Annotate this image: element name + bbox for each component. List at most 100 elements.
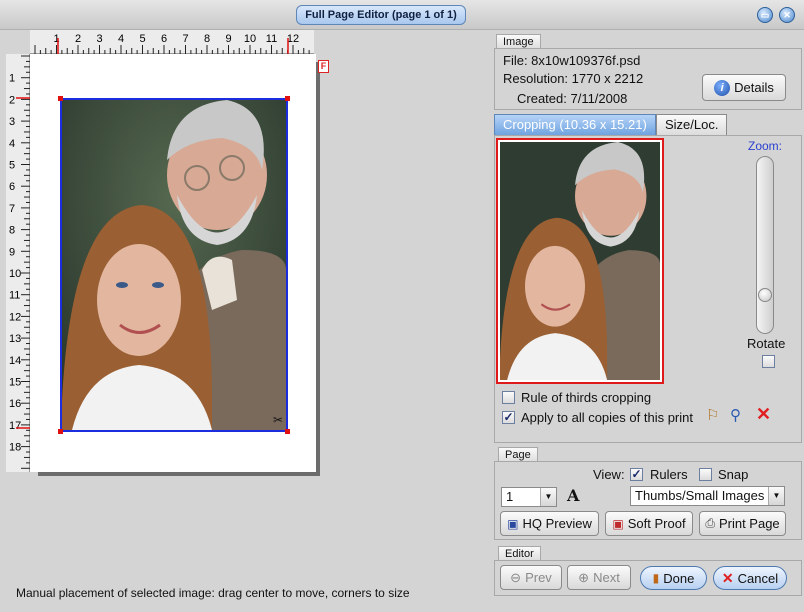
- ruler-label: 1: [9, 73, 15, 85]
- cancel-button[interactable]: ✕ Cancel: [713, 566, 787, 590]
- details-button[interactable]: i Details: [702, 74, 786, 101]
- done-button[interactable]: ▮ Done: [640, 566, 707, 590]
- rotate-button[interactable]: [762, 355, 775, 368]
- cancel-icon: ✕: [721, 569, 734, 586]
- ruler-label: 18: [9, 442, 21, 454]
- snap-label: Snap: [718, 467, 749, 482]
- soft-proof-label: Soft Proof: [627, 516, 686, 531]
- created-date: Created: 7/11/2008: [517, 91, 628, 106]
- ruler-label: 2: [75, 33, 81, 45]
- details-label: Details: [734, 80, 774, 95]
- prev-label: Prev: [525, 570, 552, 585]
- ruler-label: 13: [9, 333, 21, 345]
- info-icon: i: [714, 79, 731, 96]
- title-bar: Full Page Editor (page 1 of 1) ▭ ✕: [0, 0, 804, 30]
- magnify-icon[interactable]: ⚲: [730, 406, 741, 424]
- ruler-label: 15: [9, 377, 21, 389]
- ruler-label: 4: [118, 33, 124, 45]
- resize-handle-bottom-right[interactable]: [285, 429, 290, 434]
- ruler-label: 11: [266, 33, 277, 45]
- hq-preview-button[interactable]: ▣ HQ Preview: [500, 511, 599, 536]
- ruler-label: 9: [9, 246, 15, 258]
- ruler-label: 9: [225, 33, 231, 45]
- ruler-label: 8: [9, 225, 15, 237]
- remove-icon[interactable]: ✕: [756, 404, 771, 425]
- ruler-label: 10: [9, 268, 21, 280]
- door-icon: ▮: [652, 571, 660, 585]
- ruler-label: 5: [139, 33, 145, 45]
- placed-photo[interactable]: ✂: [60, 98, 288, 432]
- ruler-label: 2: [9, 94, 15, 106]
- ruler-label: 3: [96, 33, 102, 45]
- zoom-slider[interactable]: [756, 156, 774, 334]
- ruler-label: 4: [9, 138, 15, 150]
- horizontal-ruler: 1 2 3 4 5 6 7 8 9 10 11 12: [30, 30, 314, 54]
- crop-preview-photo: [500, 142, 660, 380]
- soft-proof-button[interactable]: ▣ Soft Proof: [605, 511, 693, 536]
- brush-icon[interactable]: ⚐: [706, 406, 719, 424]
- portrait-photo: [62, 100, 286, 430]
- ruler-label: 7: [182, 33, 188, 45]
- chevron-down-icon: ▼: [768, 487, 784, 505]
- copies-value: 1: [506, 489, 514, 504]
- copies-select[interactable]: 1 ▼: [501, 487, 557, 507]
- tab-cropping[interactable]: Cropping (10.36 x 15.21): [494, 114, 656, 135]
- view-label: View:: [593, 467, 625, 482]
- flag-icon[interactable]: F: [318, 60, 329, 73]
- file-name: File: 8x10w109376f.psd: [503, 53, 641, 68]
- editor-group-label: Editor: [498, 546, 541, 561]
- zoom-label: Zoom:: [748, 139, 783, 153]
- printer-icon: ⎙: [705, 516, 715, 530]
- soft-proof-icon: ▣: [612, 516, 624, 531]
- ruler-label: 6: [9, 181, 15, 193]
- done-label: Done: [663, 570, 695, 586]
- page-group-label: Page: [498, 447, 538, 462]
- ruler-label: 12: [9, 311, 21, 323]
- ruler-label: 7: [9, 203, 15, 215]
- ruler-label: 5: [9, 160, 15, 172]
- hq-preview-label: HQ Preview: [522, 516, 592, 531]
- print-page-label: Print Page: [718, 516, 780, 531]
- ruler-label: 14: [9, 355, 21, 367]
- ruler-label: 3: [9, 116, 15, 128]
- rule-of-thirds-label: Rule of thirds cropping: [521, 390, 652, 405]
- apply-all-label: Apply to all copies of this print: [521, 410, 693, 425]
- view-mode-value: Thumbs/Small Images: [635, 488, 765, 503]
- rotate-label: Rotate: [747, 336, 786, 351]
- close-icon[interactable]: ✕: [779, 7, 795, 23]
- font-icon[interactable]: A: [567, 486, 579, 505]
- ruler-label: 8: [204, 33, 210, 45]
- view-mode-select[interactable]: Thumbs/Small Images ▼: [630, 486, 785, 506]
- rulers-checkbox[interactable]: ✓: [630, 468, 643, 481]
- crop-preview[interactable]: [496, 138, 664, 384]
- chevron-down-icon: ▼: [540, 488, 556, 506]
- minimize-icon[interactable]: ▭: [757, 7, 773, 23]
- ruler-label: 16: [9, 398, 21, 410]
- resize-handle-top-left[interactable]: [58, 96, 63, 101]
- resize-handle-top-right[interactable]: [285, 96, 290, 101]
- prev-icon: ⊖: [510, 569, 522, 585]
- apply-all-checkbox[interactable]: ✓: [502, 411, 515, 424]
- ruler-label: 11: [9, 290, 20, 302]
- print-page-button[interactable]: ⎙ Print Page: [699, 511, 786, 536]
- status-text: Manual placement of selected image: drag…: [16, 586, 410, 600]
- cancel-label: Cancel: [737, 570, 779, 586]
- rulers-label: Rulers: [650, 467, 688, 482]
- tab-size-loc[interactable]: Size/Loc.: [656, 114, 728, 135]
- preview-icon: ▣: [507, 516, 519, 531]
- vertical-ruler-ticks: 123456789101112131415161718: [9, 55, 30, 469]
- resolution: Resolution: 1770 x 2212: [503, 71, 644, 86]
- scissors-icon[interactable]: ✂: [273, 413, 283, 427]
- snap-checkbox[interactable]: [699, 468, 712, 481]
- next-button[interactable]: ⊕ Next: [567, 565, 631, 590]
- ruler-label: 6: [161, 33, 167, 45]
- prev-button[interactable]: ⊖ Prev: [500, 565, 562, 590]
- zoom-slider-thumb[interactable]: [758, 288, 772, 303]
- ruler-label: 17: [9, 420, 21, 432]
- rule-of-thirds-checkbox[interactable]: [502, 391, 515, 404]
- window-title: Full Page Editor (page 1 of 1): [296, 5, 466, 25]
- image-group-label: Image: [496, 34, 541, 49]
- resize-handle-bottom-left[interactable]: [58, 429, 63, 434]
- ruler-label: 10: [244, 33, 256, 45]
- next-label: Next: [593, 570, 620, 585]
